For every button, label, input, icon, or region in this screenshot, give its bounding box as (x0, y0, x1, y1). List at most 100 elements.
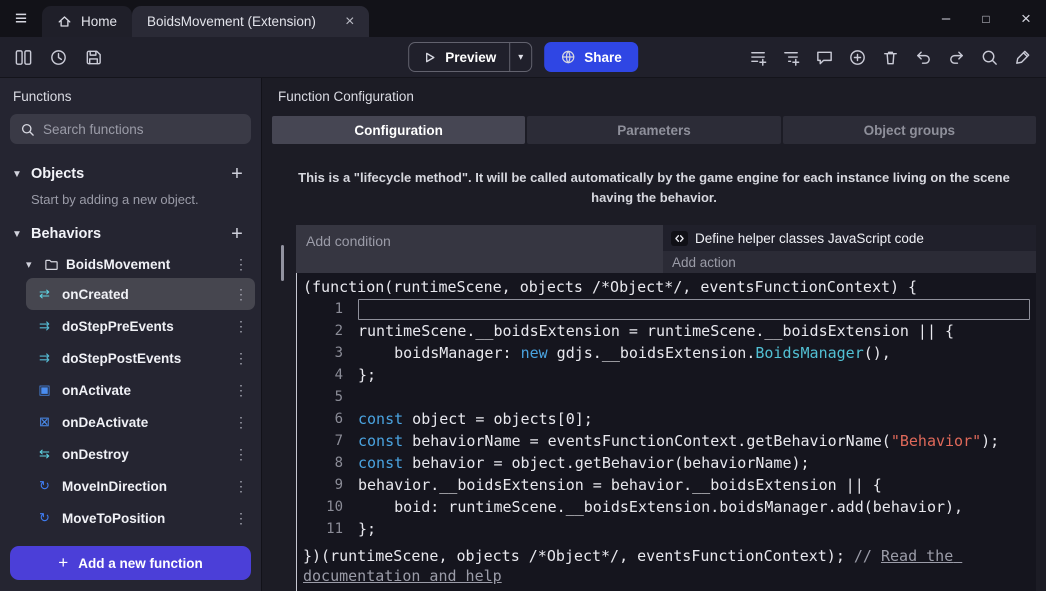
redo-icon[interactable] (945, 46, 968, 69)
code-text[interactable]: const behaviorName = eventsFunctionConte… (343, 430, 1030, 452)
sidebar-item-onactivate[interactable]: ▣onActivate⋮ (26, 374, 255, 406)
add-circle-icon[interactable] (846, 46, 869, 69)
add-event-icon[interactable] (747, 46, 770, 69)
app-window: ≡ Home BoidsMovement (Extension) × – □ ×… (0, 0, 1046, 591)
preview-button[interactable]: Preview ▾ (408, 42, 532, 72)
history-icon[interactable] (47, 46, 70, 69)
function-label: doStepPostEvents (62, 351, 224, 366)
tab-parameters[interactable]: Parameters (527, 116, 780, 144)
code-text[interactable] (358, 299, 1030, 320)
maximize-button[interactable]: □ (966, 0, 1006, 37)
chevron-down-icon[interactable]: ▼ (10, 169, 24, 180)
deactivate-icon: ⊠ (36, 414, 53, 430)
code-text[interactable]: behavior.__boidsExtension = behavior.__b… (343, 474, 1030, 496)
code-text[interactable]: boidsManager: new gdjs.__boidsExtension.… (343, 342, 1030, 364)
code-line-6: 6const object = objects[0]; (303, 408, 1030, 430)
close-tab-icon[interactable]: × (341, 13, 359, 31)
comment-prefix: // (854, 547, 881, 565)
plus-icon: + (58, 553, 68, 573)
toolbar-left-icons (12, 46, 105, 69)
tab-home[interactable]: Home (42, 6, 132, 37)
drag-handle[interactable] (281, 245, 284, 281)
destroy-icon: ⇆ (36, 446, 53, 462)
code-text[interactable]: }; (343, 518, 1030, 540)
share-button[interactable]: Share (544, 42, 638, 72)
share-label: Share (584, 50, 622, 65)
created-icon: ⇄ (36, 286, 53, 302)
line-number: 11 (303, 521, 343, 537)
kebab-menu-icon[interactable]: ⋮ (233, 414, 249, 431)
code-header: (function(runtimeScene, objects /*Object… (303, 276, 1030, 298)
preview-button-main[interactable]: Preview (409, 50, 509, 65)
lifecycle-description: This is a "lifecycle method". It will be… (278, 168, 1030, 207)
kebab-menu-icon[interactable]: ⋮ (233, 318, 249, 335)
project-manager-icon[interactable] (12, 46, 35, 69)
chevron-down-icon[interactable]: ▾ (26, 258, 37, 271)
toolbar-center: Preview ▾ Share (408, 42, 638, 72)
code-line-5: 5 (303, 386, 1030, 408)
function-label: onActivate (62, 383, 224, 398)
save-icon[interactable] (82, 46, 105, 69)
code-footer: })(runtimeScene, objects /*Object*/, eve… (303, 546, 1030, 586)
kebab-menu-icon[interactable]: ⋮ (233, 382, 249, 399)
add-condition-button[interactable]: Add condition (296, 225, 663, 273)
step-icon: ⇉ (36, 318, 53, 334)
code-text[interactable]: runtimeScene.__boidsExtension = runtimeS… (343, 320, 1030, 342)
code-text[interactable]: boid: runtimeScene.__boidsExtension.boid… (343, 496, 1030, 518)
kebab-menu-icon[interactable]: ⋮ (233, 478, 249, 495)
tab-object-groups[interactable]: Object groups (783, 116, 1036, 144)
code-lines: 12runtimeScene.__boidsExtension = runtim… (303, 298, 1030, 540)
sidebar-item-movetoposition[interactable]: ↻MoveToPosition⋮ (26, 502, 255, 534)
add-behavior-icon[interactable]: + (227, 224, 247, 244)
theme-icon[interactable] (1011, 46, 1034, 69)
kebab-menu-icon[interactable]: ⋮ (233, 446, 249, 463)
sidebar-item-dosteppostevents[interactable]: ⇉doStepPostEvents⋮ (26, 342, 255, 374)
kebab-menu-icon[interactable]: ⋮ (233, 510, 249, 527)
minimize-button[interactable]: – (926, 0, 966, 37)
code-line-10: 10 boid: runtimeScene.__boidsExtension.b… (303, 496, 1030, 518)
tab-strip: Home BoidsMovement (Extension) × (42, 0, 369, 37)
objects-empty-hint: Start by adding a new object. (0, 191, 261, 217)
sidebar-item-dosteppreevents[interactable]: ⇉doStepPreEvents⋮ (26, 310, 255, 342)
sidebar-item-oncreated[interactable]: ⇄ onCreated ⋮ (26, 278, 255, 310)
code-line-4: 4}; (303, 364, 1030, 386)
sidebar-item-ondeactivate[interactable]: ⊠onDeActivate⋮ (26, 406, 255, 438)
sidebar-section-behaviors[interactable]: ▼ Behaviors + (0, 217, 261, 251)
js-code-event[interactable]: Add condition Define helper classes Java… (296, 225, 1036, 591)
add-object-icon[interactable]: + (227, 164, 247, 184)
kebab-menu-icon[interactable]: ⋮ (233, 286, 249, 303)
tab-extension[interactable]: BoidsMovement (Extension) × (132, 6, 369, 37)
code-text[interactable]: const behavior = object.getBehavior(beha… (343, 452, 1030, 474)
tab-home-label: Home (81, 14, 117, 29)
search-input[interactable] (43, 122, 241, 137)
add-subevent-icon[interactable] (780, 46, 803, 69)
sidebar-item-moveindirection[interactable]: ↻MoveInDirection⋮ (26, 470, 255, 502)
chevron-down-icon[interactable]: ▾ (510, 52, 531, 63)
event-gutter (278, 225, 296, 591)
kebab-menu-icon[interactable]: ⋮ (233, 350, 249, 367)
add-function-label: Add a new function (78, 556, 203, 571)
code-text[interactable]: }; (343, 364, 1030, 386)
add-function-button[interactable]: + Add a new function (10, 546, 251, 580)
tab-configuration[interactable]: Configuration (272, 116, 525, 144)
sidebar-section-objects[interactable]: ▼ Objects + (0, 157, 261, 191)
globe-icon (560, 49, 576, 65)
search-icon[interactable] (978, 46, 1001, 69)
add-action-button[interactable]: Add action (663, 251, 1036, 273)
undo-icon[interactable] (912, 46, 935, 69)
code-text[interactable]: const object = objects[0]; (343, 408, 1030, 430)
code-line-3: 3 boidsManager: new gdjs.__boidsExtensio… (303, 342, 1030, 364)
line-number: 3 (303, 345, 343, 361)
delete-icon[interactable] (879, 46, 902, 69)
chevron-down-icon[interactable]: ▼ (10, 229, 24, 240)
kebab-menu-icon[interactable]: ⋮ (233, 256, 249, 273)
content-area: Functions ▼ Objects + Start by adding a … (0, 78, 1046, 591)
comment-icon[interactable] (813, 46, 836, 69)
behavior-folder-boidsmovement[interactable]: ▾ BoidsMovement ⋮ (0, 251, 261, 278)
search-box[interactable] (10, 114, 251, 144)
function-label: onCreated (62, 287, 224, 302)
menu-icon[interactable]: ≡ (0, 0, 42, 37)
sidebar-item-ondestroy[interactable]: ⇆onDestroy⋮ (26, 438, 255, 470)
code-editor[interactable]: (function(runtimeScene, objects /*Object… (296, 273, 1036, 591)
close-button[interactable]: × (1006, 0, 1046, 37)
